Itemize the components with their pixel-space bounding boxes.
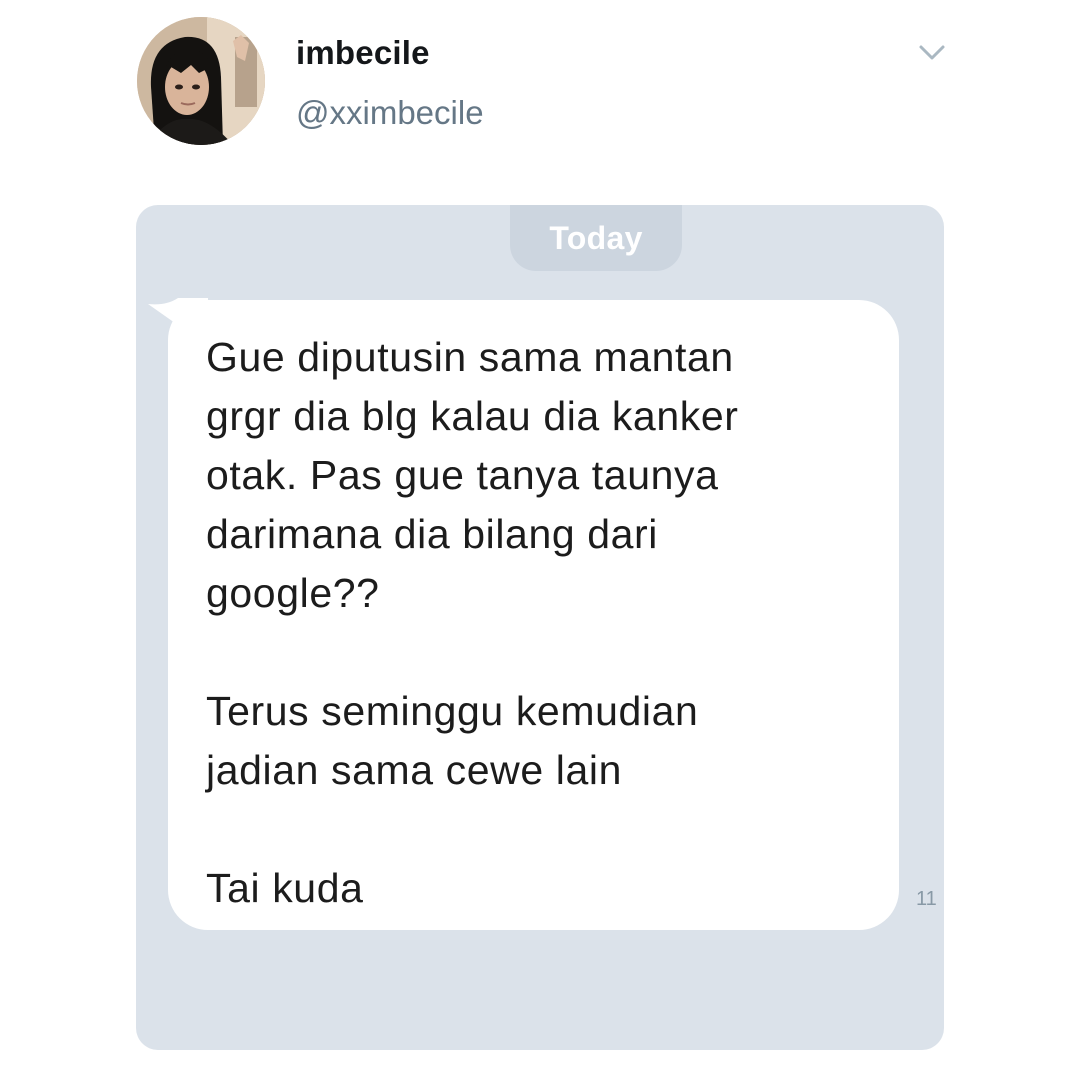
dm-screenshot: imbecile @xximbecile Today Gue diputusin… — [0, 0, 1080, 1080]
message-text: Gue diputusin sama mantan grgr dia blg k… — [206, 334, 739, 911]
date-separator: Today — [510, 205, 682, 271]
avatar[interactable] — [137, 17, 265, 145]
conversation-panel: Today Gue diputusin sama mantan grgr dia… — [136, 205, 944, 1050]
message-timestamp: 11 — [916, 888, 937, 910]
user-handle[interactable]: @xximbecile — [296, 94, 484, 132]
profile-photo — [137, 17, 265, 145]
display-name[interactable]: imbecile — [296, 34, 430, 72]
chevron-down-icon[interactable] — [916, 38, 948, 66]
bubble-tail — [148, 298, 208, 346]
message-bubble[interactable]: Gue diputusin sama mantan grgr dia blg k… — [148, 298, 899, 930]
date-label: Today — [549, 219, 643, 256]
